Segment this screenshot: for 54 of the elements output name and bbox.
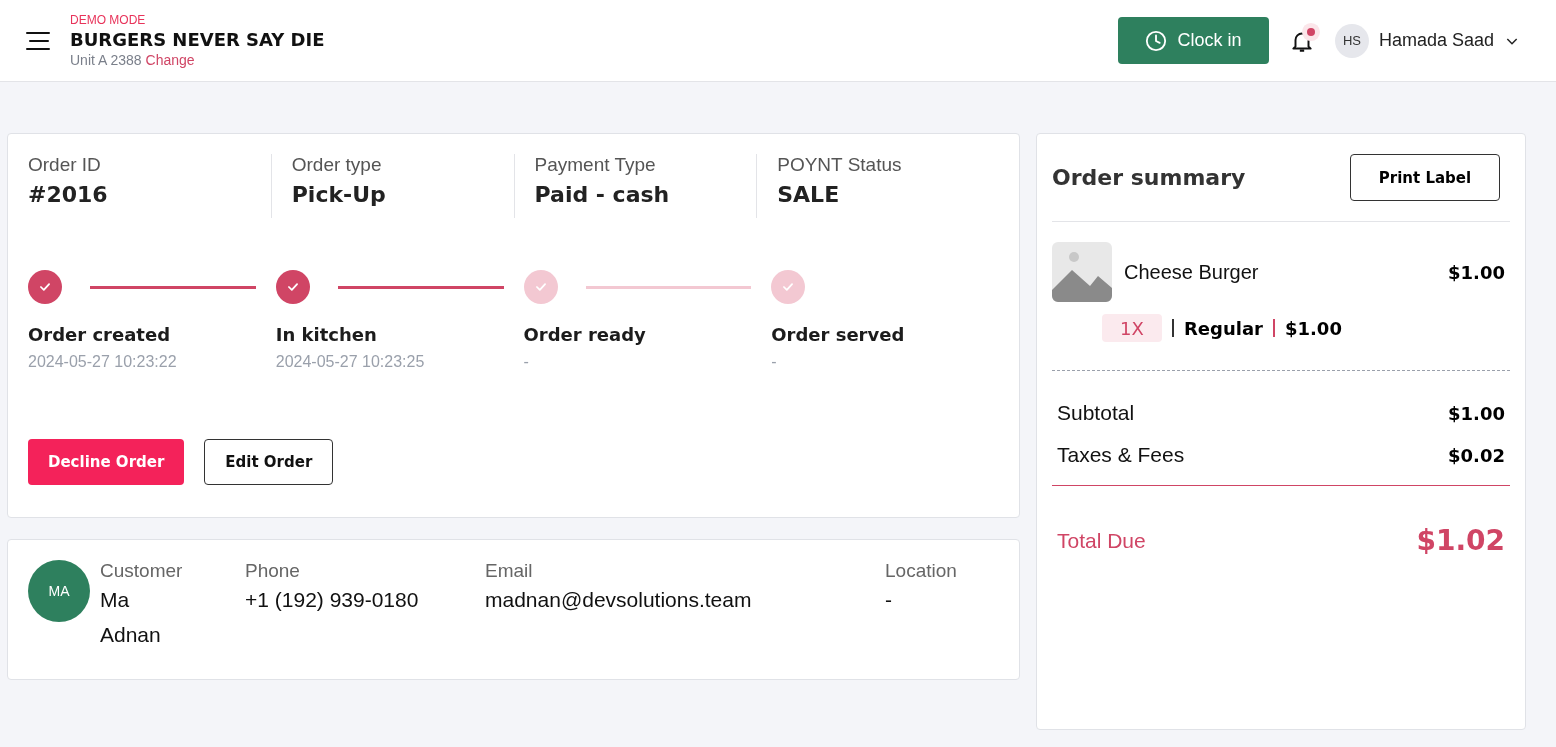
field-value: - [885, 587, 893, 613]
decline-order-button[interactable]: Decline Order [28, 439, 185, 485]
field-label: Phone [245, 560, 301, 582]
demo-mode-label: DEMO MODE [70, 13, 147, 27]
image-placeholder-icon [1052, 242, 1112, 302]
step-time: - [523, 353, 530, 371]
check-icon [533, 280, 548, 294]
check-icon [38, 280, 52, 294]
field-value: #2016 [28, 182, 109, 207]
step-title: Order served [771, 324, 906, 345]
field-value: +1 (192) 939-0180 [245, 587, 420, 613]
step-title: Order created [28, 324, 171, 345]
item-variant: Regular [1184, 317, 1263, 339]
field-label: Email [485, 560, 534, 582]
user-avatar: HS [1334, 23, 1369, 58]
field-label: Customer [100, 560, 184, 582]
step-time: 2024-05-27 10:23:22 [28, 353, 178, 371]
quantity-badge: 1X [1102, 314, 1162, 342]
step-title: In kitchen [275, 324, 378, 345]
clock-icon [1145, 29, 1168, 52]
check-icon [285, 280, 300, 294]
menu-icon[interactable] [26, 30, 50, 51]
field-label: Payment Type [534, 154, 657, 176]
field-value: Paid - cash [534, 182, 671, 207]
field-value: Pick-Up [291, 182, 387, 207]
field-label: Order type [291, 154, 383, 176]
summary-value: $0.02 [1448, 444, 1505, 466]
field-label: Order ID [28, 154, 102, 176]
summary-title: Order summary [1052, 165, 1246, 190]
field-label: Location [885, 560, 957, 582]
field-value: SALE [777, 182, 841, 207]
check-icon [781, 280, 796, 294]
item-name: Cheese Burger [1124, 260, 1259, 284]
step-time: - [771, 353, 778, 371]
variant-price: $1.00 [1284, 317, 1342, 339]
field-label: POYNT Status [777, 154, 903, 176]
field-value: Ma Adnan [100, 587, 161, 648]
step-time: 2024-05-27 10:23:25 [275, 353, 426, 371]
total-label: Total Due [1057, 528, 1146, 553]
clock-in-button[interactable]: Clock in [1117, 17, 1269, 64]
user-menu[interactable]: HS Hamada Saad [1334, 23, 1520, 58]
summary-label: Subtotal [1057, 401, 1135, 425]
summary-label: Taxes & Fees [1057, 443, 1185, 467]
summary-value: $1.00 [1448, 402, 1505, 424]
store-name: BURGERS NEVER SAY DIE [70, 29, 325, 50]
item-price: $1.00 [1448, 261, 1505, 283]
total-value: $1.02 [1416, 524, 1505, 557]
field-value: madnan@devsolutions.team [485, 587, 753, 613]
print-label-button[interactable]: Print Label [1350, 154, 1500, 201]
step-title: Order ready [523, 324, 647, 345]
edit-order-button[interactable]: Edit Order [204, 439, 334, 485]
unit-text: Unit A 2388 Change [70, 52, 196, 68]
change-link[interactable]: Change [145, 52, 195, 68]
customer-avatar: MA [28, 560, 90, 622]
